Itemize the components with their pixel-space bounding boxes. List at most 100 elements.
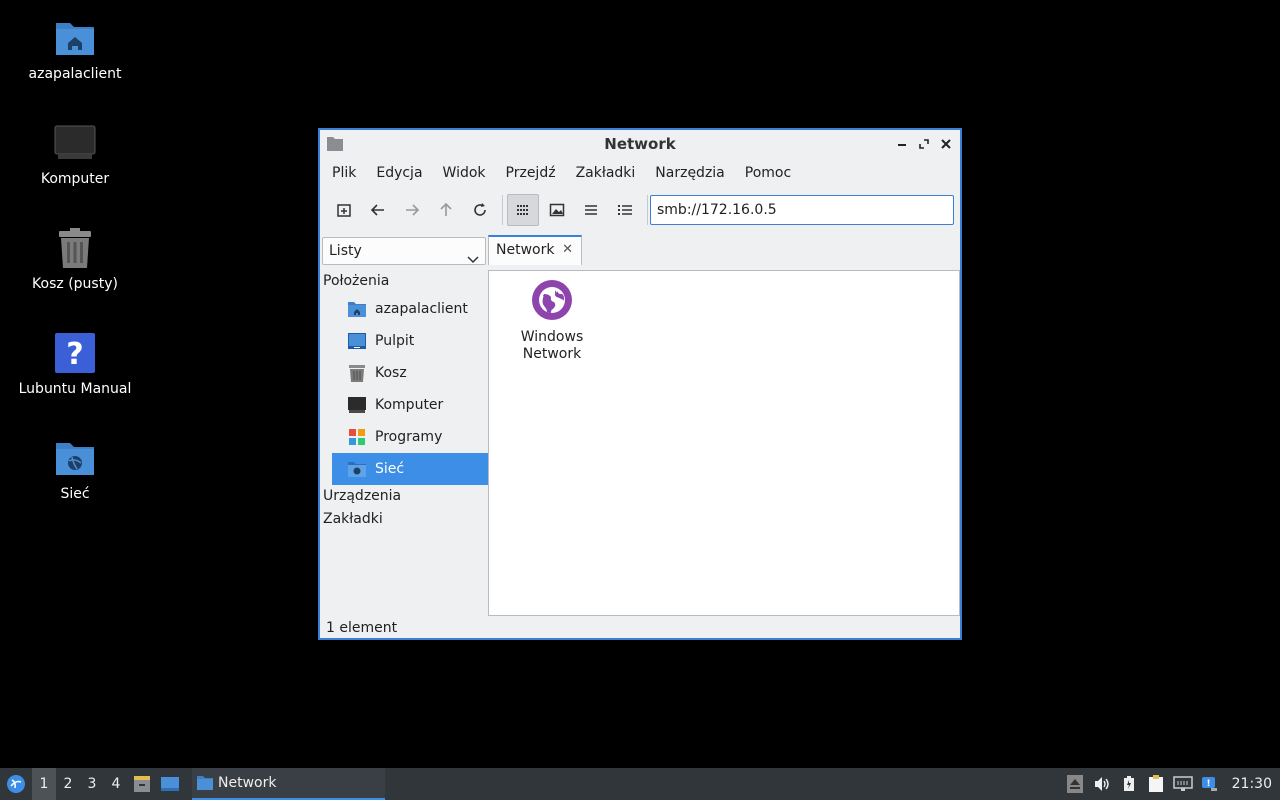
sidebar-item-label: Sieć: [375, 461, 405, 477]
detailed-list-icon: [618, 205, 632, 215]
icon-view-button[interactable]: [507, 194, 539, 226]
network-connection-icon[interactable]: [1170, 768, 1197, 800]
desktop-icon-label: Sieć: [60, 486, 90, 502]
desktop-icon-label: azapalaclient: [28, 66, 122, 82]
grid-icon: [517, 205, 528, 215]
side-pane-mode-select[interactable]: Listy: [322, 237, 486, 265]
workspace-2[interactable]: 2: [56, 768, 80, 800]
desktop-icon: [346, 330, 368, 352]
svg-text:!: !: [1207, 779, 1211, 789]
clipboard-icon[interactable]: [1143, 768, 1170, 800]
bookmarks-header[interactable]: Zakładki: [322, 508, 488, 531]
file-manager-launcher[interactable]: [128, 768, 156, 800]
up-button[interactable]: [430, 194, 462, 226]
minimize-button[interactable]: [892, 134, 912, 154]
home-folder-icon: [346, 298, 368, 320]
arrow-left-icon: [370, 204, 384, 216]
close-button[interactable]: [936, 134, 956, 154]
file-item-label: Windows Network: [520, 329, 584, 362]
task-network[interactable]: Network: [192, 768, 385, 800]
tab-close-icon[interactable]: ✕: [562, 237, 573, 263]
sidebar-item-applications[interactable]: Programy: [332, 421, 488, 453]
help-icon: ?: [53, 331, 97, 375]
home-folder-icon: [53, 16, 97, 60]
task-label: Network: [218, 775, 277, 791]
image-icon: [549, 203, 565, 217]
volume-icon[interactable]: [1089, 768, 1116, 800]
workspace-4[interactable]: 4: [104, 768, 128, 800]
address-bar[interactable]: smb://172.16.0.5: [650, 195, 954, 225]
notification-icon[interactable]: !: [1197, 768, 1224, 800]
applications-icon: [346, 426, 368, 448]
eject-icon[interactable]: [1062, 768, 1089, 800]
devices-header[interactable]: Urządzenia: [322, 485, 488, 508]
new-tab-icon: [337, 204, 351, 217]
system-tray: ! 21:30: [1062, 768, 1280, 800]
status-bar: 1 element: [326, 620, 398, 636]
reload-button[interactable]: [464, 194, 496, 226]
menu-edit[interactable]: Edycja: [366, 158, 432, 188]
side-pane-mode-value: Listy: [329, 243, 362, 259]
tab-label: Network: [496, 242, 555, 258]
sidebar-item-trash[interactable]: Kosz: [332, 357, 488, 389]
sidebar-item-label: Pulpit: [375, 333, 415, 349]
sidebar-item-label: Kosz: [375, 365, 407, 381]
sidebar-item-computer[interactable]: Komputer: [332, 389, 488, 421]
menu-view[interactable]: Widok: [433, 158, 496, 188]
desktop-icon: [161, 777, 179, 791]
places-header[interactable]: Położenia: [322, 270, 488, 293]
file-manager-window: Network Plik Edycja Widok Przejdź Zakład…: [318, 128, 962, 640]
trash-icon: [346, 362, 368, 384]
arrow-up-icon: [440, 202, 452, 216]
menu-bookmarks[interactable]: Zakładki: [566, 158, 646, 188]
thumbnail-view-button[interactable]: [541, 194, 573, 226]
reload-icon: [474, 203, 486, 216]
sidebar-item-desktop[interactable]: Pulpit: [332, 325, 488, 357]
sidebar-item-home[interactable]: azapalaclient: [332, 293, 488, 325]
tab-network[interactable]: Network ✕: [488, 235, 582, 265]
computer-icon: [53, 121, 97, 165]
detailed-view-button[interactable]: [609, 194, 641, 226]
compact-view-button[interactable]: [575, 194, 607, 226]
folder-icon: [196, 775, 214, 791]
menu-go[interactable]: Przejdź: [496, 158, 566, 188]
new-tab-button[interactable]: [328, 194, 360, 226]
maximize-button[interactable]: [914, 134, 934, 154]
folder-view[interactable]: Windows Network: [488, 270, 960, 616]
forward-button[interactable]: [396, 194, 428, 226]
desktop-icon-home[interactable]: azapalaclient: [15, 16, 135, 82]
side-pane: Położenia azapalaclient Pulpit Kosz Komp…: [322, 270, 488, 610]
desktop-icon-network[interactable]: Sieć: [15, 436, 135, 502]
menu-tools[interactable]: Narzędzia: [645, 158, 734, 188]
workspace-1[interactable]: 1: [32, 768, 56, 800]
toolbar: smb://172.16.0.5: [320, 188, 960, 232]
workspace-3[interactable]: 3: [80, 768, 104, 800]
trash-icon: [53, 226, 97, 270]
network-icon: [346, 458, 368, 480]
lubuntu-logo-icon: [7, 775, 25, 793]
battery-icon[interactable]: [1116, 768, 1143, 800]
desktop-icon-label: Kosz (pusty): [32, 276, 118, 292]
svg-text:?: ?: [66, 337, 83, 372]
show-desktop-button[interactable]: [156, 768, 184, 800]
globe-icon: [531, 279, 573, 325]
sidebar-item-label: Komputer: [375, 397, 444, 413]
list-icon: [585, 205, 597, 215]
arrow-right-icon: [406, 204, 420, 216]
clock[interactable]: 21:30: [1224, 776, 1280, 792]
title-bar[interactable]: Network: [320, 130, 960, 158]
desktop-icon-manual[interactable]: ? Lubuntu Manual: [15, 331, 135, 397]
sidebar-item-label: Programy: [375, 429, 443, 445]
window-title: Network: [604, 135, 676, 153]
computer-icon: [346, 394, 368, 416]
desktop-icon-trash[interactable]: Kosz (pusty): [15, 226, 135, 292]
menu-help[interactable]: Pomoc: [735, 158, 801, 188]
desktop-icon-computer[interactable]: Komputer: [15, 121, 135, 187]
file-item-windows-network[interactable]: Windows Network: [507, 279, 597, 363]
file-cabinet-icon: [134, 776, 150, 792]
sidebar-item-network[interactable]: Sieć: [332, 453, 488, 485]
back-button[interactable]: [362, 194, 394, 226]
sidebar-item-label: azapalaclient: [375, 301, 468, 317]
menu-file[interactable]: Plik: [322, 158, 366, 188]
start-menu-button[interactable]: [0, 768, 32, 800]
